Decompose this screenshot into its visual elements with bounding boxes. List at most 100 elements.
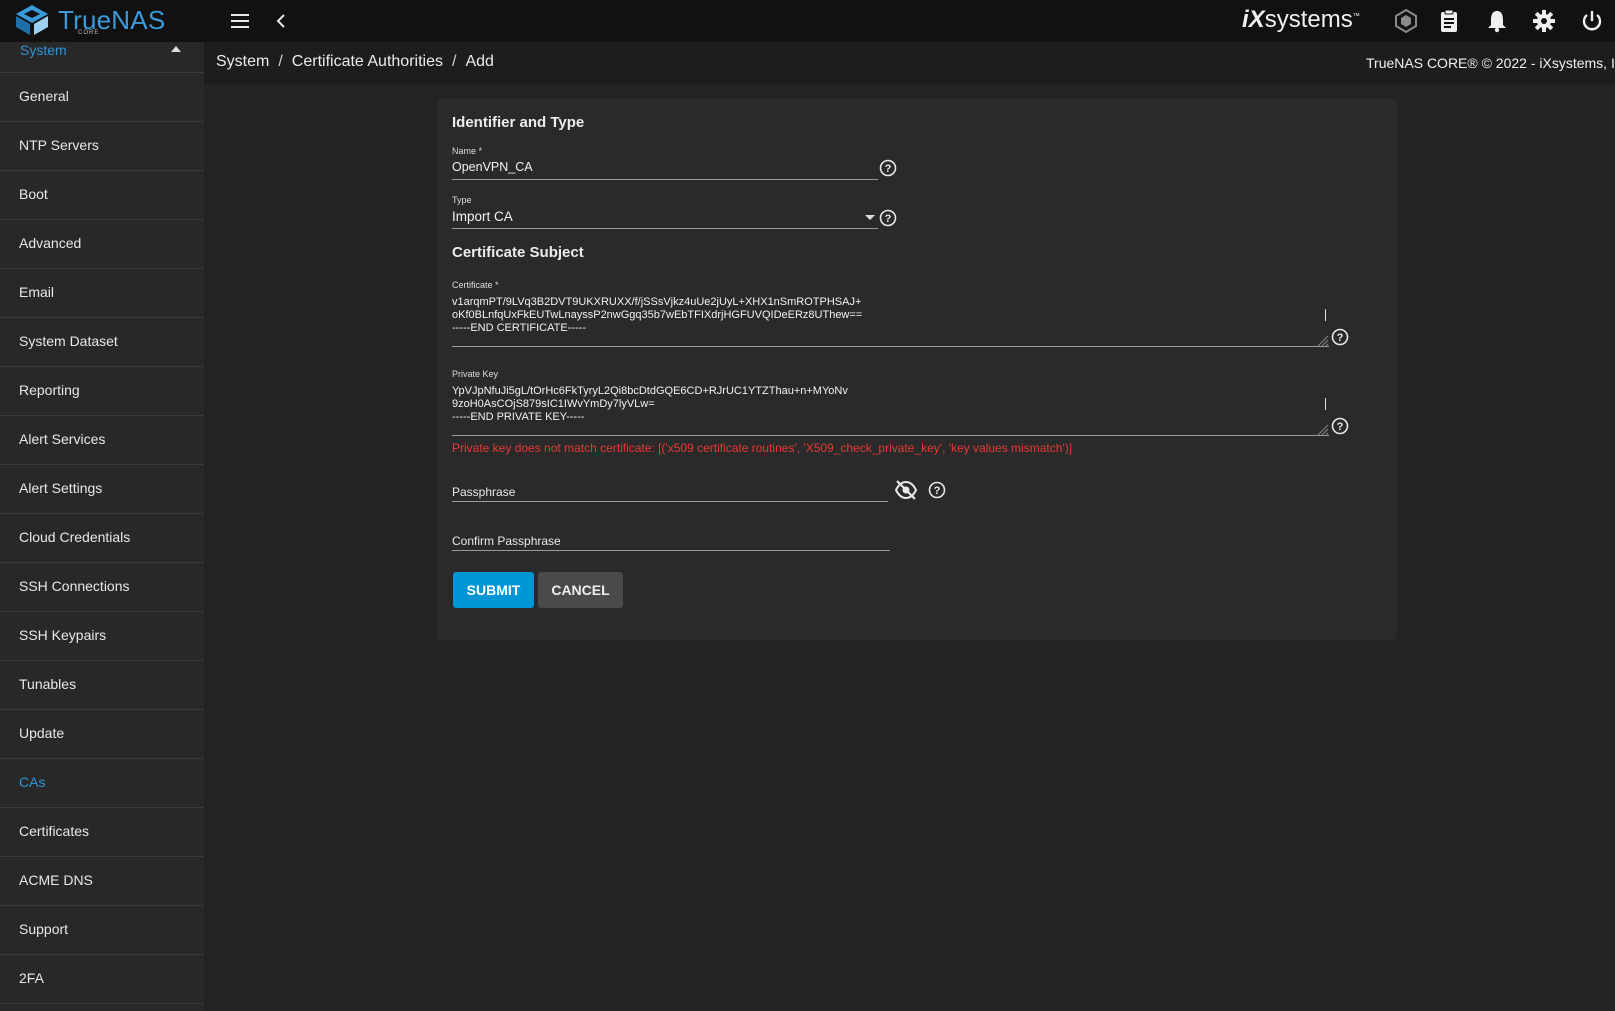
sidebar-item-acme-dns[interactable]: ACME DNS [0,857,204,906]
type-select[interactable]: Import CA [452,209,513,224]
private-key-underline [452,435,1329,436]
passphrase-help-icon[interactable]: ? [928,481,946,499]
main-content: Identifier and Type Name * OpenVPN_CA ? … [204,84,1615,1011]
sidebar-item-email[interactable]: Email [0,269,204,318]
sidebar-item-tunables[interactable]: Tunables [0,661,204,710]
sidebar-item-update[interactable]: Update [0,710,204,759]
sidebar-item-ntp-servers[interactable]: NTP Servers [0,122,204,171]
sidebar-item-label: General [19,88,69,104]
name-underline [452,179,878,180]
hamburger-menu-icon[interactable] [229,10,251,32]
type-help-icon[interactable]: ? [879,209,897,227]
sidebar-item-certificates[interactable]: Certificates [0,808,204,857]
private-key-line: 9zoH0AsCOjS879sIC1IWvYmDy7lyVLw= [452,398,655,410]
sidebar-item-label: Certificates [19,823,90,839]
power-icon[interactable] [1579,8,1605,34]
sidebar-item-label: Alert Settings [19,480,103,496]
private-key-line: -----END PRIVATE KEY----- [452,411,585,423]
certificate-line: v1arqmPT/9LVq3B2DVT9UKXRUXX/f/jSSsVjkz4u… [452,296,862,308]
breadcrumb-bar: System / Certificate Authorities / Add T… [204,42,1615,84]
ca-form-card: Identifier and Type Name * OpenVPN_CA ? … [437,99,1397,640]
type-dropdown-caret-icon[interactable] [865,215,875,220]
confirm-passphrase-underline [452,550,890,551]
private-key-textarea[interactable]: YpVJpNfuJi5gL/tOrHc6FkTyryL2Qi8bcDtdGQE6… [452,385,1332,427]
sidebar-item-cloud-credentials[interactable]: Cloud Credentials [0,514,204,563]
sidebar-section-system[interactable]: System [0,42,204,73]
eye-off-icon[interactable] [894,479,918,501]
certificate-underline [452,346,1329,347]
name-input[interactable]: OpenVPN_CA [452,160,533,174]
gear-icon[interactable] [1531,8,1557,34]
ixsystems-logo[interactable]: iXsystems™ [1242,6,1360,34]
logo-text: TrueNAS [58,5,166,35]
clipboard-icon[interactable] [1436,8,1462,34]
sidebar-item-label: Reporting [19,382,80,398]
sidebar-item-alert-services[interactable]: Alert Services [0,416,204,465]
section-title-certificate-subject: Certificate Subject [452,244,584,261]
chevron-left-icon[interactable] [272,10,292,32]
breadcrumb-separator: / [451,53,457,70]
cancel-button[interactable]: CANCEL [538,572,623,608]
sidebar-item-label: Support [19,921,69,937]
ixsystems-logo-ix: iX [1242,6,1265,33]
svg-text:?: ? [885,163,892,175]
sidebar-item-label: CAs [19,774,46,790]
sidebar-item-ssh-keypairs[interactable]: SSH Keypairs [0,612,204,661]
truecommand-icon[interactable] [1393,8,1419,34]
private-key-help-icon[interactable]: ? [1331,417,1349,435]
bell-icon[interactable] [1484,8,1510,34]
name-label: Name * [452,146,483,156]
sidebar-item-label: NTP Servers [19,137,99,153]
resize-grip-icon[interactable] [1317,334,1329,347]
sidebar-item-label: Boot [19,186,48,202]
confirm-passphrase-input[interactable]: Confirm Passphrase [452,534,561,548]
sidebar-item-label: Alert Services [19,431,106,447]
sidebar-item-reporting[interactable]: Reporting [0,367,204,416]
private-key-label: Private Key [452,369,499,379]
logo-subtext: CORE [78,30,100,36]
sidebar-item-advanced[interactable]: Advanced [0,220,204,269]
svg-text:?: ? [885,213,892,225]
breadcrumb: System / Certificate Authorities / Add [216,53,494,71]
caret-up-icon [171,46,181,52]
copyright-text: TrueNAS CORE® © 2022 - iXsystems, Inc [1366,55,1615,71]
certificate-line: -----END CERTIFICATE----- [452,322,587,334]
sidebar-item-label: System Dataset [19,333,118,349]
sidebar-item-boot[interactable]: Boot [0,171,204,220]
sidebar-item-label: ACME DNS [19,872,93,888]
truenas-logo[interactable]: TrueNAS CORE [14,3,165,37]
breadcrumb-separator: / [278,53,283,70]
svg-text:?: ? [1337,332,1344,344]
text-cursor [1325,309,1326,321]
private-key-line: YpVJpNfuJi5gL/tOrHc6FkTyryL2Qi8bcDtdGQE6… [452,385,848,397]
sidebar-item-label: Tunables [19,676,77,692]
certificate-line: oKf0BLnfqUxFkEUTwLnayssP2nwGgq35b7wEbTFI… [452,309,863,321]
sidebar-item-2fa[interactable]: 2FA [0,955,204,1004]
certificate-textarea[interactable]: v1arqmPT/9LVq3B2DVT9UKXRUXX/f/jSSsVjkz4u… [452,296,1332,338]
sidebar: System General NTP Servers Boot Advanced Ema… [0,42,204,1011]
breadcrumb-item-certificate-authorities[interactable]: Certificate Authorities [292,53,443,71]
breadcrumb-item-system[interactable]: System [216,53,269,71]
sidebar-item-label: SSH Keypairs [19,627,107,643]
passphrase-underline [452,501,888,502]
sidebar-item-support[interactable]: Support [0,906,204,955]
svg-text:?: ? [1337,421,1344,433]
sidebar-item-label: Update [19,725,65,741]
sidebar-section-label: System [20,42,67,58]
type-underline [452,228,878,229]
sidebar-item-label: SSH Connections [19,578,130,594]
breadcrumb-item-add: Add [465,53,494,70]
sidebar-item-label: 2FA [19,970,44,986]
resize-grip-icon[interactable] [1317,423,1329,436]
passphrase-input[interactable]: Passphrase [452,485,515,499]
sidebar-item-cas[interactable]: CAs [0,759,204,808]
sidebar-item-system-dataset[interactable]: System Dataset [0,318,204,367]
truenas-logo-icon [16,5,48,35]
certificate-help-icon[interactable]: ? [1331,328,1349,346]
sidebar-item-general[interactable]: General [0,73,204,122]
sidebar-item-ssh-connections[interactable]: SSH Connections [0,563,204,612]
submit-button[interactable]: SUBMIT [453,572,534,608]
sidebar-item-label: Cloud Credentials [19,529,131,545]
sidebar-item-alert-settings[interactable]: Alert Settings [0,465,204,514]
name-help-icon[interactable]: ? [879,159,897,177]
